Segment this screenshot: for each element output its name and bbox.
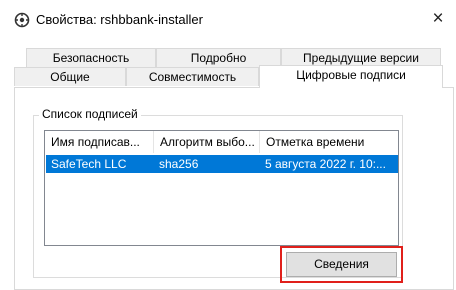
column-header-signer[interactable]: Имя подписав...	[45, 131, 154, 153]
signature-list-label: Список подписей	[39, 107, 141, 121]
timestamp-cell: 5 августа 2022 г. 10:...	[265, 157, 386, 171]
close-button[interactable]: ×	[424, 6, 452, 34]
details-button[interactable]: Сведения	[286, 252, 397, 277]
column-header-algorithm[interactable]: Алгоритм выбо...	[154, 131, 260, 153]
title-bar: Свойства: rshbbank-installer ×	[0, 0, 456, 40]
tab-security[interactable]: Безопасность	[26, 48, 156, 67]
column-header-timestamp[interactable]: Отметка времени	[260, 131, 398, 153]
window-title: Свойства: rshbbank-installer	[36, 12, 203, 27]
signature-list[interactable]: Имя подписав... Алгоритм выбо... Отметка…	[44, 130, 399, 246]
algorithm-cell: sha256	[159, 157, 199, 171]
tab-compatibility[interactable]: Совместимость	[126, 67, 259, 86]
tab-general[interactable]: Общие	[14, 67, 126, 86]
tab-digital-signatures[interactable]: Цифровые подписи	[259, 65, 443, 88]
signer-name-cell: SafeTech LLC	[51, 157, 127, 171]
signature-row[interactable]: SafeTech LLC sha256 5 августа 2022 г. 10…	[46, 155, 398, 173]
properties-icon	[14, 12, 30, 28]
